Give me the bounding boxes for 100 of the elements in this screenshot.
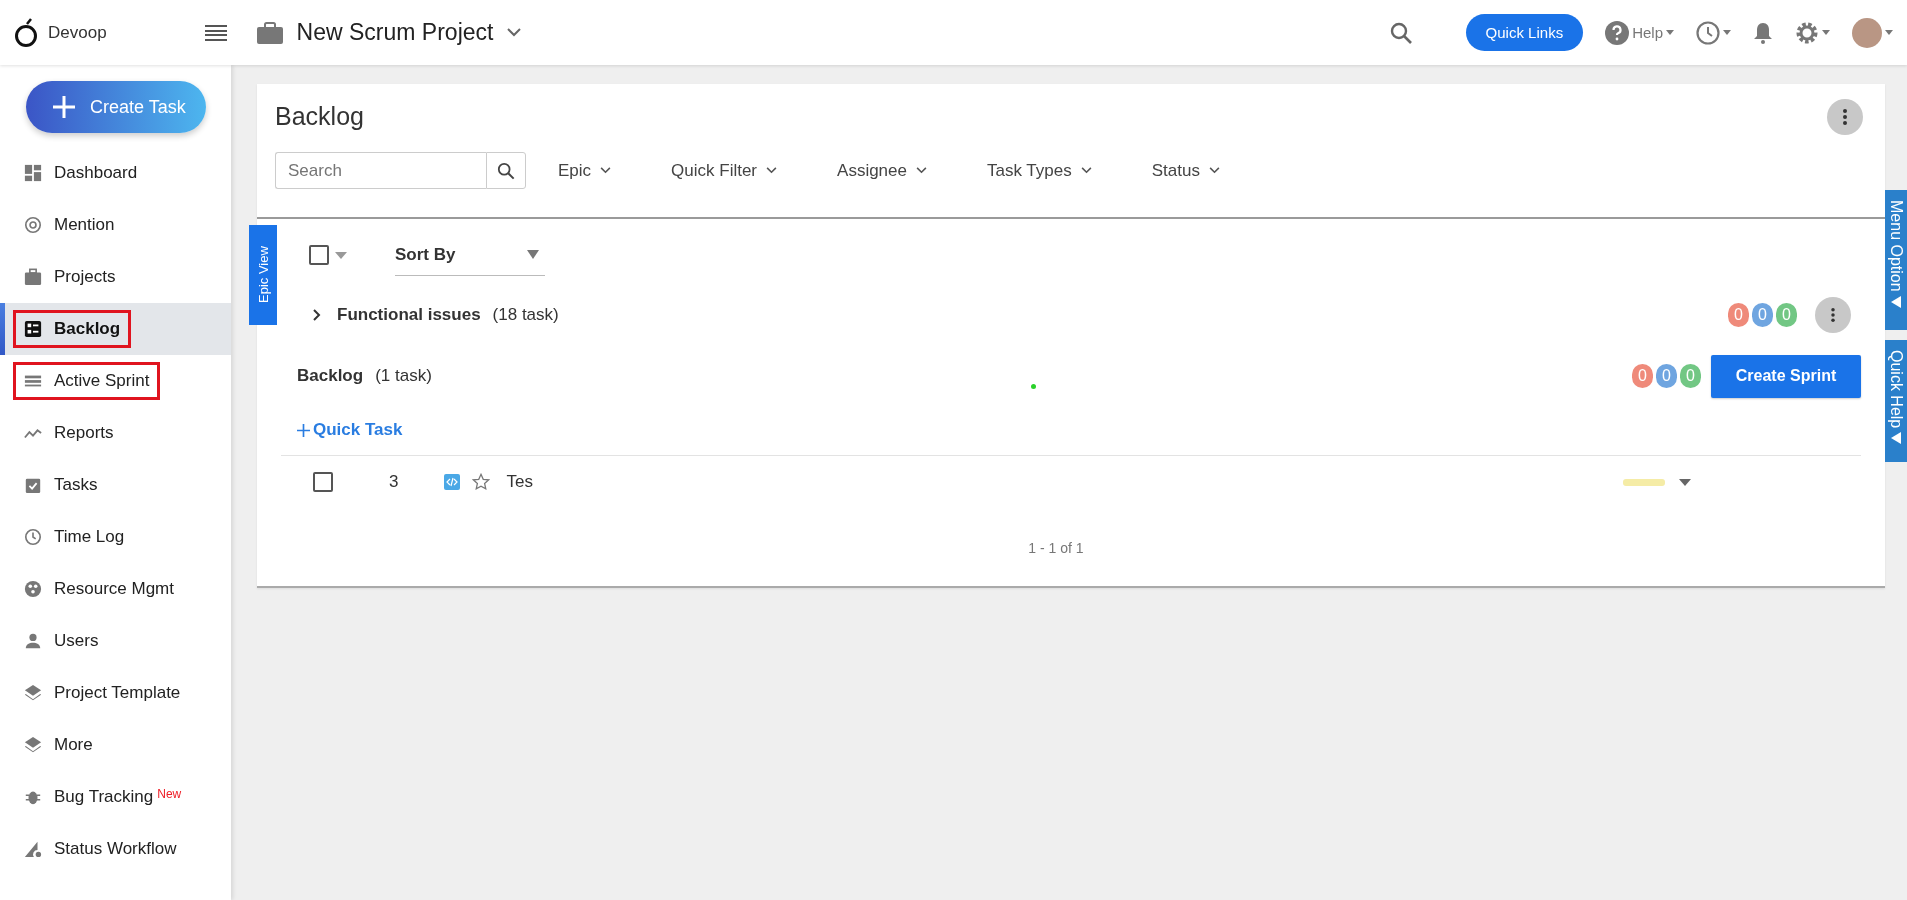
filter-dropdown[interactable]: Status xyxy=(1141,160,1230,181)
side-tab[interactable]: Menu Option xyxy=(1885,190,1907,330)
sidebar-item[interactable]: Project Template xyxy=(0,667,231,719)
sort-dropdown[interactable]: Sort By xyxy=(395,234,545,276)
sidebar-item-label[interactable]: More xyxy=(54,735,93,755)
caret-icon[interactable] xyxy=(1679,478,1691,486)
sidebar-item-label[interactable]: Users xyxy=(54,631,99,651)
backlog-icon xyxy=(24,320,42,338)
task-title[interactable]: Tes xyxy=(506,472,533,492)
sidebar-item-label[interactable]: Active Sprint xyxy=(54,371,150,391)
task-id: 3 xyxy=(389,472,399,492)
layers-icon xyxy=(24,736,42,754)
quick-links-button[interactable]: Quick Links xyxy=(1465,14,1584,51)
page-title: Backlog xyxy=(275,102,364,131)
new-label: New xyxy=(157,787,182,801)
caret-left-icon[interactable] xyxy=(1891,432,1901,445)
count-badge: 0 xyxy=(1752,303,1773,327)
briefcase-icon xyxy=(24,268,42,286)
count-badge: 0 xyxy=(1632,364,1653,388)
search-icon[interactable] xyxy=(497,161,515,180)
chevron-down-icon[interactable] xyxy=(1208,167,1220,174)
caret-icon[interactable] xyxy=(335,251,347,259)
sidebar-item-label[interactable]: Bug Tracking xyxy=(54,787,154,807)
layers-icon xyxy=(24,684,42,702)
filter-dropdown[interactable]: Task Types xyxy=(977,160,1102,181)
sidebar-item-label[interactable]: Backlog xyxy=(54,319,121,339)
chevron-down-icon[interactable] xyxy=(766,167,778,174)
sidebar-item[interactable]: Resource Mgmt xyxy=(0,563,231,615)
task-checkbox[interactable] xyxy=(313,472,333,492)
filter-dropdown[interactable]: Quick Filter xyxy=(661,160,788,181)
filter-dropdown[interactable]: Epic xyxy=(548,160,622,181)
epic-name[interactable]: Functional issues xyxy=(337,305,481,325)
sidebar-item-label[interactable]: Status Workflow xyxy=(54,839,177,859)
bell-icon[interactable] xyxy=(1753,21,1773,44)
sidebar-item-label[interactable]: Projects xyxy=(54,267,116,287)
chevron-down-icon[interactable] xyxy=(507,28,522,37)
caret-icon[interactable] xyxy=(1822,30,1830,35)
clock-icon[interactable] xyxy=(1696,20,1720,45)
sidebar-item-label[interactable]: Time Log xyxy=(54,527,125,547)
logo-icon xyxy=(14,17,38,48)
caret-left-icon[interactable] xyxy=(1891,295,1901,308)
chevron-down-icon[interactable] xyxy=(1080,167,1092,174)
resource-icon xyxy=(24,580,42,598)
help-icon[interactable] xyxy=(1605,20,1630,45)
caret-icon[interactable] xyxy=(1885,30,1893,35)
plus-icon[interactable] xyxy=(297,423,310,437)
search-button[interactable] xyxy=(486,152,526,189)
sidebar-item[interactable]: Time Log xyxy=(0,511,231,563)
create-sprint-button[interactable]: Create Sprint xyxy=(1711,354,1861,398)
sidebar-item[interactable]: Backlog xyxy=(0,303,231,355)
create-task-button[interactable]: Create Task xyxy=(26,81,206,133)
side-tab[interactable]: Quick Help xyxy=(1885,340,1907,462)
help-link[interactable]: Help xyxy=(1632,24,1663,41)
sidebar-item[interactable]: Mention xyxy=(0,199,231,251)
quick-task-link[interactable]: Quick Task xyxy=(313,420,403,440)
sidebar-item[interactable]: Reports xyxy=(0,407,231,459)
sidebar-item-label[interactable]: Resource Mgmt xyxy=(54,579,174,599)
menu-icon[interactable] xyxy=(204,23,227,42)
search-field[interactable]: Search xyxy=(275,152,486,189)
sidebar-item[interactable]: Tasks xyxy=(0,459,231,511)
filter-dropdown[interactable]: Assignee xyxy=(827,160,937,181)
backlog-name: Backlog xyxy=(297,366,364,386)
search-icon[interactable] xyxy=(1389,21,1412,44)
sidebar-item[interactable]: Status Workflow xyxy=(0,823,231,875)
clock-icon xyxy=(24,528,42,546)
sidebar-item-label[interactable]: Dashboard xyxy=(54,163,138,183)
project-title[interactable]: New Scrum Project xyxy=(296,19,494,46)
more-options-button[interactable] xyxy=(1815,297,1851,333)
sidebar-item-label[interactable]: Tasks xyxy=(54,475,98,495)
sidebar-item[interactable]: Projects xyxy=(0,251,231,303)
sidebar-item-label[interactable]: Reports xyxy=(54,423,114,443)
more-options-button[interactable] xyxy=(1827,99,1863,135)
chevron-down-icon[interactable] xyxy=(916,167,927,174)
sidebar-item[interactable]: Users xyxy=(0,615,231,667)
logo-text: Devoop xyxy=(48,22,107,43)
priority-bar xyxy=(1623,478,1665,486)
briefcase-icon xyxy=(256,21,283,44)
epic-view-tab[interactable]: Epic View xyxy=(249,225,277,325)
avatar-icon[interactable] xyxy=(1852,17,1882,48)
status-dot xyxy=(1030,383,1036,389)
caret-icon[interactable] xyxy=(527,250,539,259)
star-icon[interactable] xyxy=(472,473,491,491)
select-all-checkbox[interactable] xyxy=(309,245,329,265)
sidebar-item[interactable]: Active Sprint xyxy=(0,355,231,407)
expand-chevron-icon[interactable] xyxy=(313,309,321,321)
task-row[interactable]: 3 Tes xyxy=(281,455,1861,508)
sidebar-item-label[interactable]: Project Template xyxy=(54,683,181,703)
kebab-icon[interactable] xyxy=(1831,308,1835,322)
chevron-down-icon[interactable] xyxy=(600,167,612,174)
task-count: (1 task) xyxy=(375,366,432,386)
sidebar-item-label[interactable]: Mention xyxy=(54,215,115,235)
caret-icon[interactable] xyxy=(1723,30,1731,35)
caret-icon[interactable] xyxy=(1666,30,1674,35)
sidebar-item[interactable]: Dashboard xyxy=(0,147,231,199)
task-count: (18 task) xyxy=(492,305,559,325)
kebab-icon[interactable] xyxy=(1843,109,1847,125)
settings-icon[interactable] xyxy=(1795,20,1819,45)
sidebar-item[interactable]: Bug Tracking New xyxy=(0,771,231,823)
code-icon xyxy=(444,474,461,490)
sidebar-item[interactable]: More xyxy=(0,719,231,771)
